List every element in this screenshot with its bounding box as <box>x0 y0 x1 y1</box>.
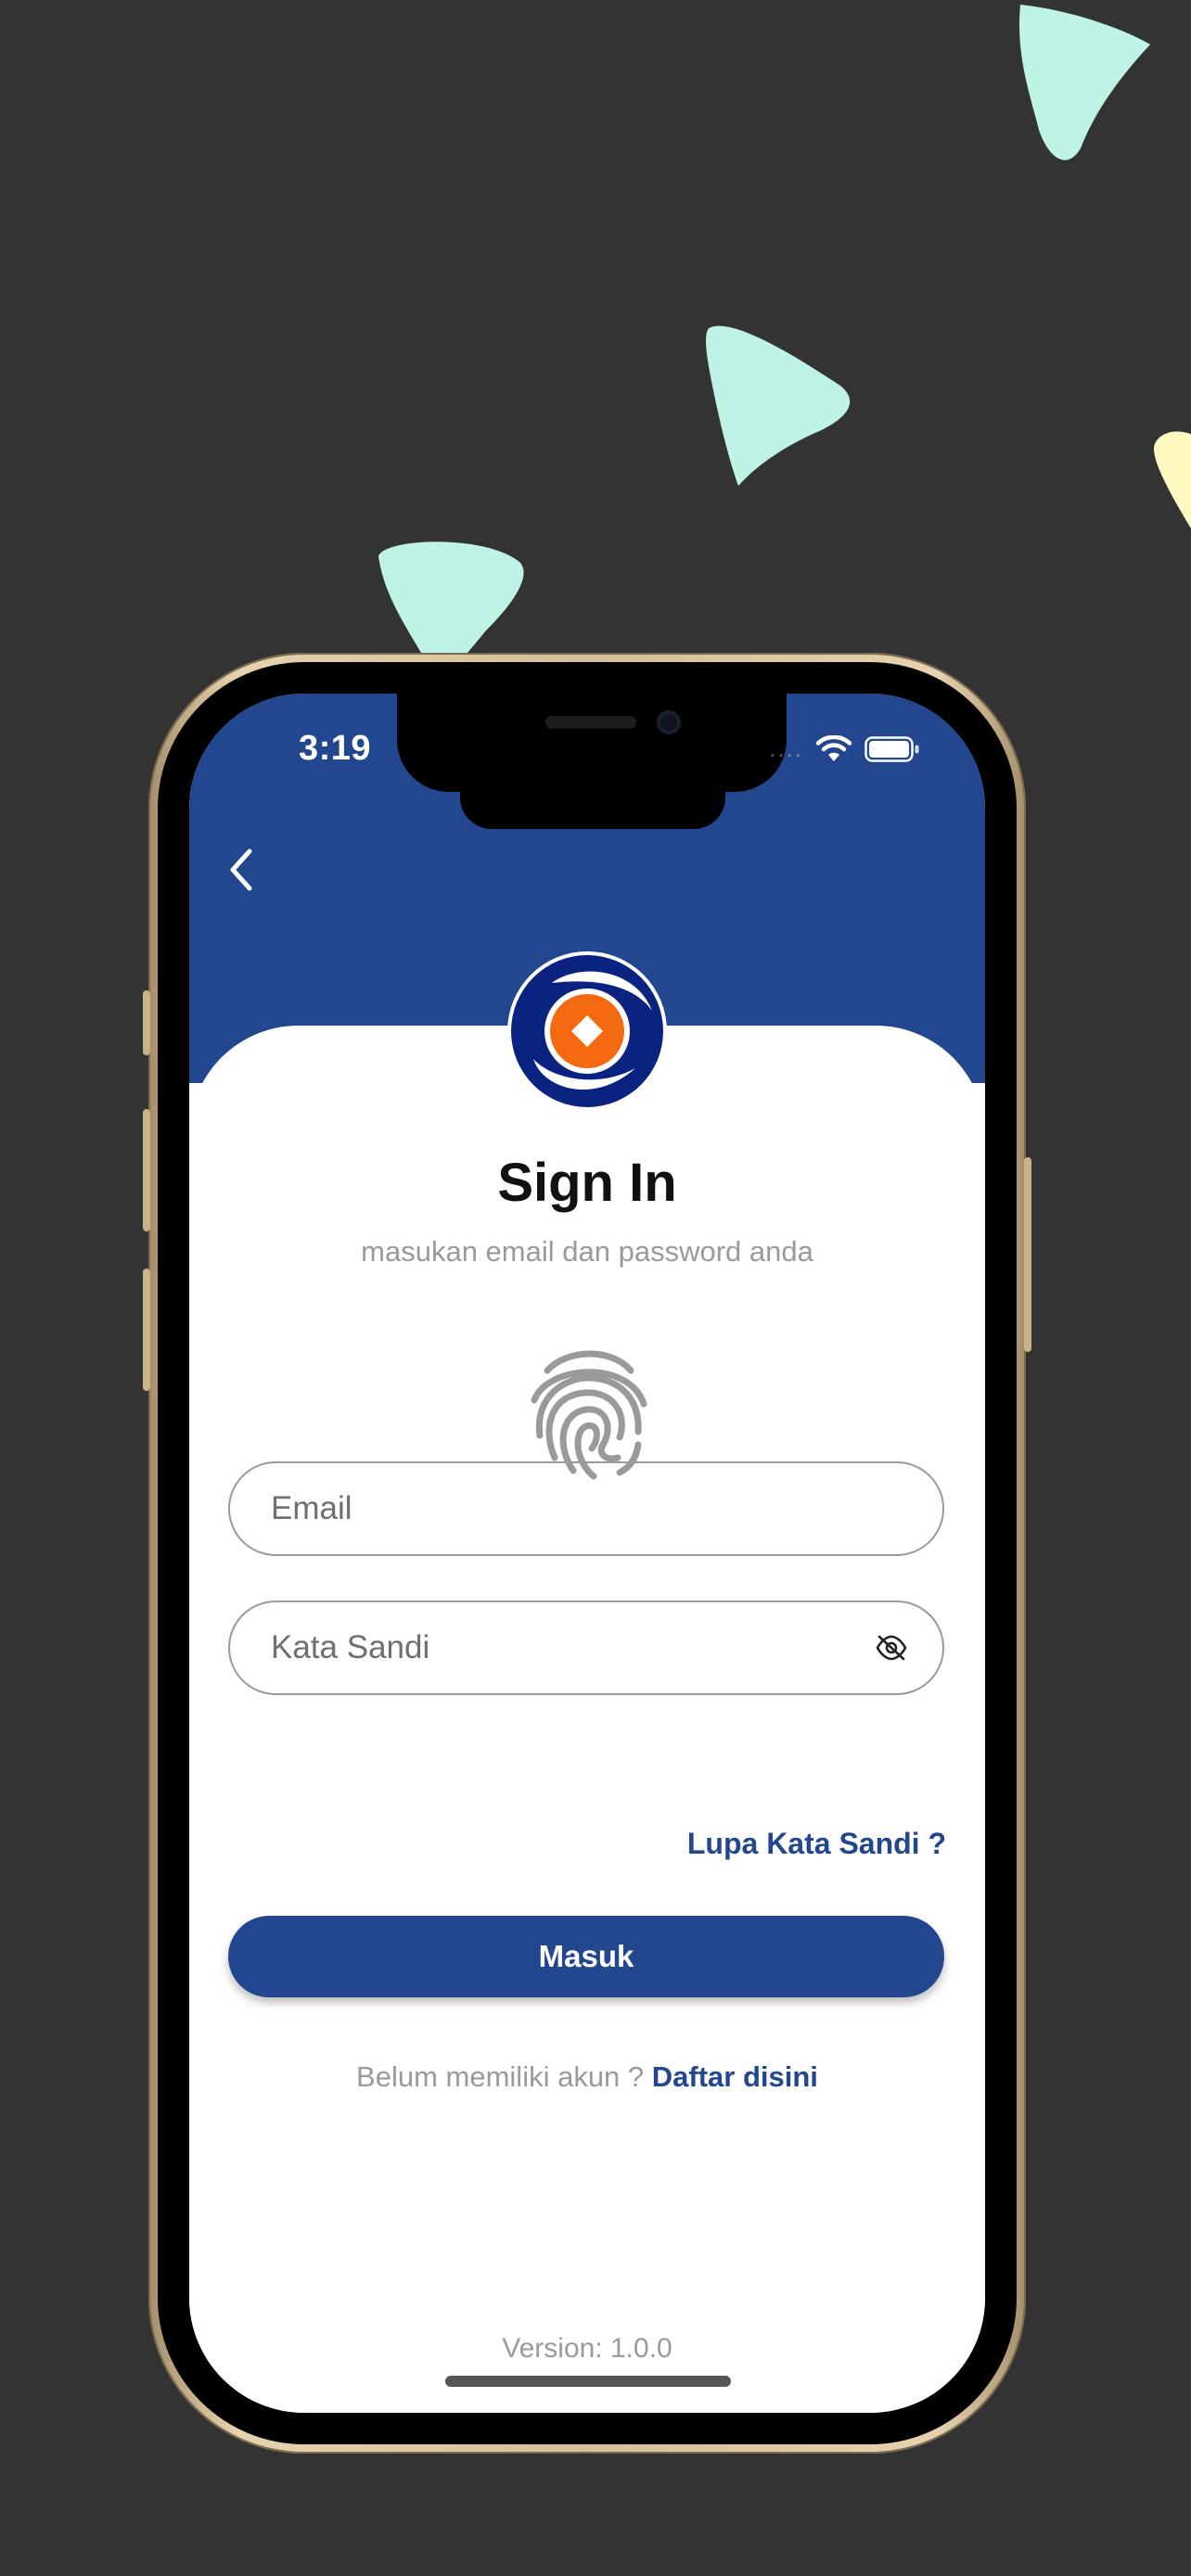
version-label: Version: 1.0.0 <box>502 2333 672 2364</box>
forgot-password-link[interactable]: Lupa Kata Sandi ? <box>687 1827 946 1861</box>
form-card <box>189 1026 985 2413</box>
phone-frame: 3:19 .... Sign In masukan email dan pass… <box>143 653 1031 2454</box>
decor-shape-left <box>378 542 524 653</box>
page-subtitle: masukan email dan password anda <box>361 1235 813 1268</box>
app-logo <box>507 951 667 1111</box>
eye-off-icon <box>876 1635 907 1661</box>
side-button-volume-down <box>143 1269 150 1391</box>
side-button-power <box>1024 1157 1031 1352</box>
password-field[interactable] <box>228 1600 944 1695</box>
decor-shape-top-right <box>1019 5 1150 160</box>
status-time: 3:19 <box>299 729 372 768</box>
register-prompt-row: Belum memiliki akun ? Daftar disini <box>189 2060 985 2094</box>
toggle-password-visibility-button[interactable] <box>873 1627 911 1668</box>
notch-lower <box>460 731 725 829</box>
speaker <box>545 716 636 729</box>
register-link[interactable]: Daftar disini <box>652 2060 818 2093</box>
side-button-mute <box>143 990 150 1055</box>
signal-indicator: .... <box>769 734 803 762</box>
email-field[interactable] <box>228 1461 944 1556</box>
chevron-left-icon <box>230 848 252 891</box>
back-button[interactable] <box>213 842 269 898</box>
password-input[interactable] <box>269 1628 873 1667</box>
battery-icon <box>864 735 919 762</box>
decor-shape-middle <box>706 325 851 486</box>
app-screen: 3:19 .... Sign In masukan email dan pass… <box>189 694 985 2413</box>
front-camera <box>657 710 681 734</box>
home-indicator[interactable] <box>445 2376 731 2387</box>
email-input[interactable] <box>269 1489 911 1528</box>
page-title: Sign In <box>497 1153 677 1213</box>
decor-shape-edge <box>1154 431 1191 529</box>
status-icons: .... <box>769 734 920 763</box>
login-button[interactable]: Masuk <box>228 1916 944 1997</box>
wifi-icon <box>816 734 852 761</box>
register-prompt-text: Belum memiliki akun ? <box>356 2060 645 2093</box>
side-button-volume-up <box>143 1109 150 1231</box>
